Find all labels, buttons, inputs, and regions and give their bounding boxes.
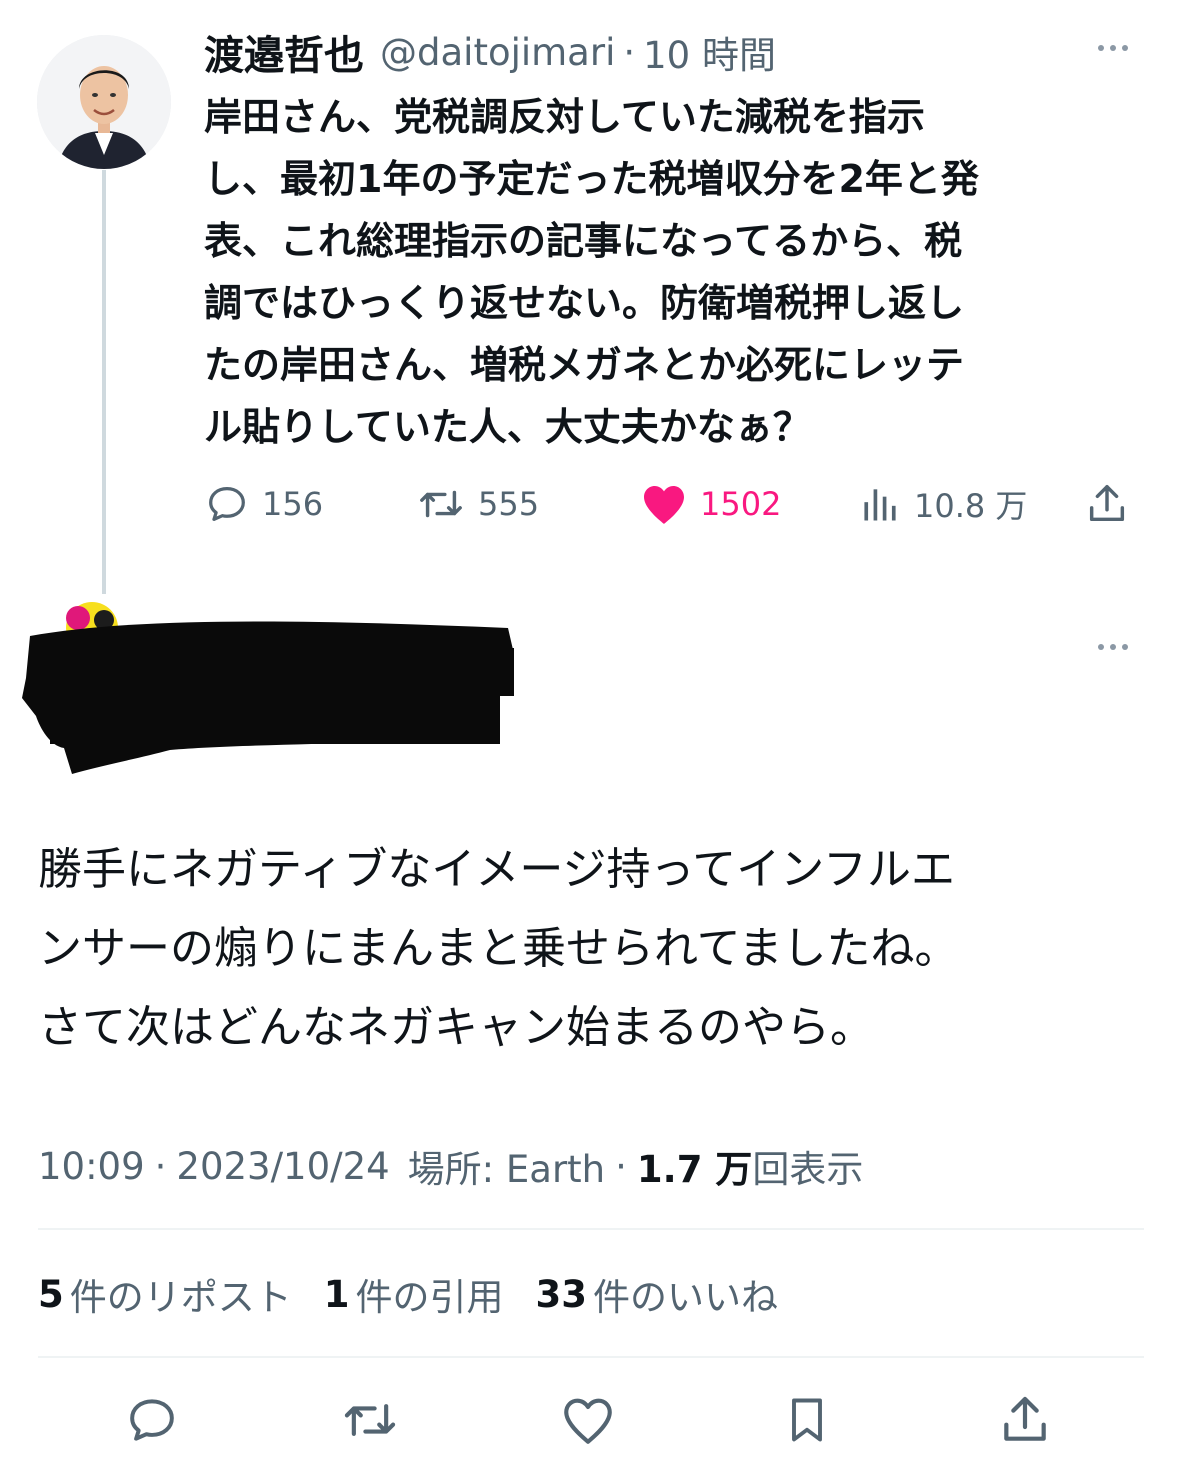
thread-line	[102, 170, 106, 594]
quotes-label: 件の引用	[355, 1276, 504, 1319]
separator: ·	[615, 1144, 627, 1188]
likes-stat[interactable]: 33 件のいいね	[536, 1267, 779, 1321]
divider	[38, 1228, 1144, 1230]
post-date[interactable]: 2023/10/24	[176, 1145, 389, 1188]
avatar[interactable]	[37, 35, 171, 169]
repost-count: 555	[478, 485, 540, 523]
share-icon	[1004, 1396, 1046, 1441]
timestamp[interactable]: 10 時間	[643, 25, 776, 79]
views-button[interactable]: 10.8 万	[858, 474, 1027, 534]
tweet-actions: 156 555 1502 10.8 万	[204, 474, 1144, 534]
separator: ·	[154, 1144, 167, 1188]
like-button[interactable]: 1502	[640, 474, 781, 534]
bookmark-icon	[792, 1398, 822, 1442]
quotes-count: 1	[323, 1272, 350, 1316]
likes-label: 件のいいね	[593, 1276, 778, 1319]
divider	[38, 1356, 1144, 1358]
analytics-icon	[864, 489, 896, 521]
separator: ·	[623, 30, 636, 74]
bookmark-action-button[interactable]	[772, 1385, 842, 1455]
reposts-stat[interactable]: 5 件のリポスト	[38, 1267, 292, 1321]
engagement-stats: 5 件のリポスト 1 件の引用 33 件のいいね	[38, 1264, 810, 1324]
like-action-button[interactable]	[553, 1385, 623, 1455]
reply-button[interactable]: 156	[204, 474, 323, 534]
repost-action-button[interactable]	[335, 1385, 405, 1455]
view-count-label: 回表示	[752, 1148, 864, 1191]
reply-text: 勝手にネガティブなイメージ持ってインフルエ ンサーの煽りにまんまと乗せられてまし…	[38, 844, 959, 1053]
display-name[interactable]: 渡邉哲也	[204, 23, 364, 81]
location: 場所: Earth	[407, 1148, 606, 1191]
more-options-icon[interactable]	[1098, 644, 1128, 650]
repost-icon	[420, 490, 462, 518]
repost-icon	[344, 1404, 396, 1436]
views-count: 10.8 万	[914, 487, 1028, 525]
user-handle[interactable]: @daitojimari	[380, 31, 615, 74]
more-options-icon[interactable]	[1098, 45, 1128, 51]
tweet-meta: 10:09 · 2023/10/24 場所: Earth · 1.7 万 回表示	[38, 1138, 863, 1194]
redacted-user-info	[20, 598, 520, 778]
bottom-action-bar	[0, 1385, 1178, 1455]
avatar-image	[37, 35, 171, 169]
tweet-header: 渡邉哲也 @daitojimari · 10 時間	[204, 24, 776, 80]
share-action-button[interactable]	[990, 1385, 1060, 1455]
reposts-label: 件のリポスト	[69, 1276, 292, 1319]
quotes-stat[interactable]: 1 件の引用	[324, 1267, 504, 1321]
like-count: 1502	[700, 485, 782, 523]
reply-action-button[interactable]	[117, 1385, 187, 1455]
view-count[interactable]: 1.7 万	[637, 1139, 752, 1193]
tweet-text: 岸田さん、党税調反対していた減税を指示 し、最初1年の予定だった税増収分を2年と…	[204, 95, 979, 449]
share-icon	[1089, 485, 1125, 522]
post-time[interactable]: 10:09	[38, 1145, 145, 1188]
repost-button[interactable]: 555	[416, 474, 539, 534]
heart-filled-icon	[644, 486, 684, 524]
reposts-count: 5	[38, 1272, 64, 1316]
reply-icon	[130, 1399, 174, 1441]
share-button[interactable]	[1084, 474, 1130, 534]
reply-icon	[209, 487, 245, 521]
reply-count: 156	[262, 485, 324, 523]
likes-count: 33	[535, 1272, 588, 1316]
heart-icon	[564, 1398, 612, 1444]
